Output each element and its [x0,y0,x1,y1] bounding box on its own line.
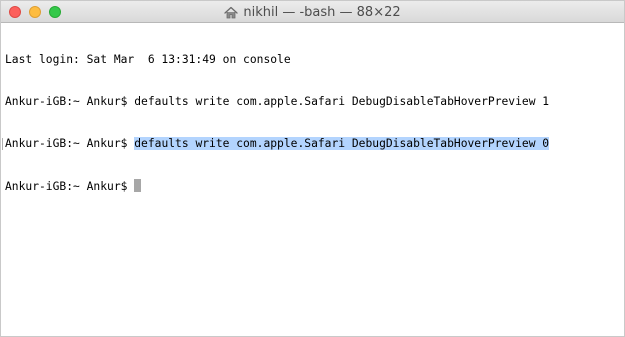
command-text: defaults write com.apple.Safari DebugDis… [134,95,550,108]
window-title-text: nikhil — -bash — 88×22 [243,4,401,20]
line-marker [2,138,3,150]
prompt: Ankur-iGB:~ Ankur$ [5,137,135,150]
selected-command-text[interactable]: defaults write com.apple.Safari DebugDis… [134,137,550,150]
title-bar[interactable]: nikhil — -bash — 88×22 [1,1,624,23]
prompt: Ankur-iGB:~ Ankur$ [5,95,135,108]
terminal-line: Last login: Sat Mar 6 13:31:49 on consol… [5,53,624,67]
terminal-line: Ankur-iGB:~ Ankur$ [5,179,624,193]
terminal-window: nikhil — -bash — 88×22 Last login: Sat M… [0,0,625,337]
home-icon [224,6,239,19]
terminal-line: Ankur-iGB:~ Ankur$ defaults write com.ap… [2,137,624,151]
prompt: Ankur-iGB:~ Ankur$ [5,180,135,193]
terminal-line: Ankur-iGB:~ Ankur$ defaults write com.ap… [5,95,624,109]
last-login-text: Last login: Sat Mar 6 13:31:49 on consol… [5,53,291,66]
window-title: nikhil — -bash — 88×22 [1,1,624,23]
terminal-content[interactable]: Last login: Sat Mar 6 13:31:49 on consol… [1,23,624,221]
text-cursor[interactable] [134,179,142,192]
